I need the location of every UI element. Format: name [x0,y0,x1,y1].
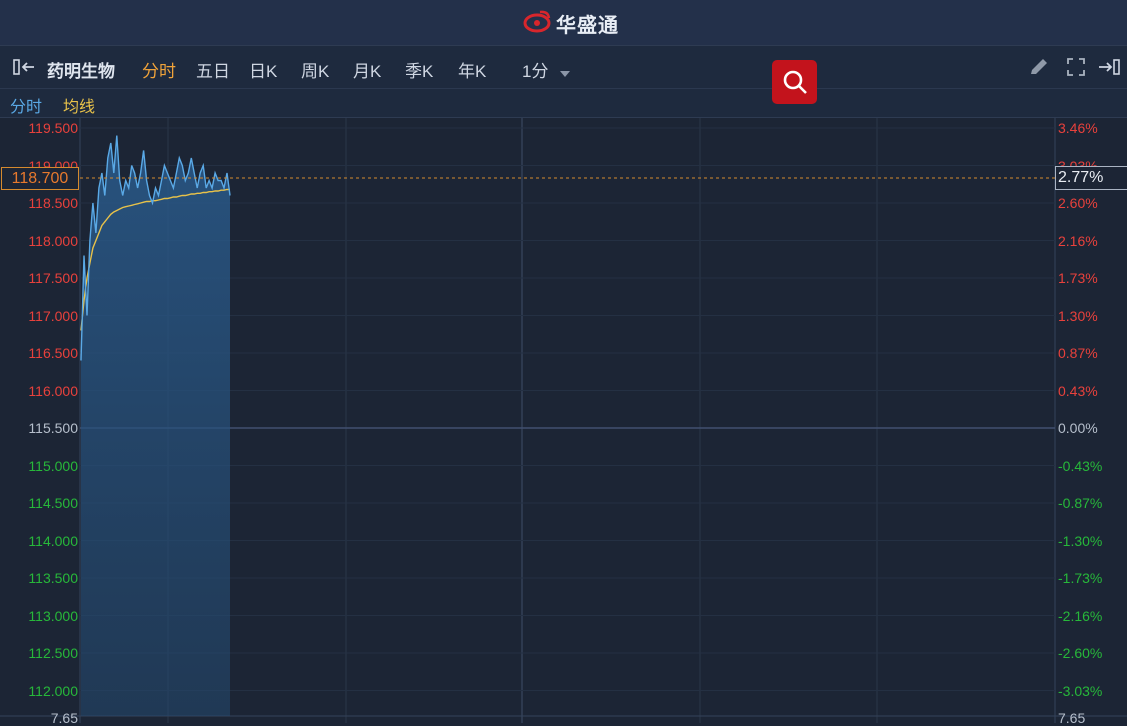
right-axis-label: -2.60% [1058,645,1103,661]
current-price-label: 118.700 [1,167,79,190]
left-axis-label: 115.500 [28,420,78,436]
legend-bar: 分时 均线 [0,89,1127,118]
left-axis-label: 119.500 [28,120,78,136]
search-button[interactable] [772,60,817,104]
collapse-sidebar-icon[interactable] [12,58,38,81]
right-axis-label: -0.43% [1058,457,1103,474]
left-axis-label: 115.000 [28,457,78,474]
right-axis-label: 0.87% [1058,345,1098,361]
legend-price-line: 分时 [10,99,43,116]
tab-quarterly-k[interactable]: 季K [405,57,433,82]
left-axis-label: 116.000 [28,382,78,399]
chart-toolbar: 药明生物 分时 五日 日K 周K 月K 季K 年K 1分 [0,46,1127,89]
current-change-label: 2.77% [1055,166,1127,190]
draw-pencil-icon[interactable] [1028,57,1050,82]
right-axis-label: -1.73% [1058,570,1103,586]
right-axis-label: 1.73% [1058,270,1098,286]
right-axis-label: 0.43% [1058,382,1098,399]
tab-monthly-k[interactable]: 月K [353,57,381,82]
left-axis-label: 113.500 [28,570,78,586]
dropdown-arrow-icon [559,63,571,83]
right-axis-label: -0.87% [1058,495,1103,511]
brand: 华盛通 [522,9,619,38]
bottom-left-label: 7.65 [50,710,78,726]
right-axis-label: -2.16% [1058,607,1103,624]
tab-five-day[interactable]: 五日 [196,57,230,82]
right-axis-label: -3.03% [1058,682,1103,699]
left-axis-label: 112.000 [28,682,78,699]
right-axis-label: 2.16% [1058,232,1098,249]
left-axis-label: 112.500 [28,645,78,661]
left-axis-label: 113.000 [28,607,78,624]
right-axis-label: 2.60% [1058,195,1098,211]
brand-name: 华盛通 [556,14,619,37]
left-axis-label: 117.000 [28,307,78,324]
right-axis-label: 1.30% [1058,307,1098,324]
left-axis-label: 118.000 [28,232,78,249]
tab-daily-k[interactable]: 日K [249,57,277,82]
left-axis-label: 114.000 [28,532,78,549]
left-axis-label: 117.500 [28,270,78,286]
tab-intraday[interactable]: 分时 [142,57,176,82]
right-axis-label: -1.30% [1058,532,1103,549]
left-axis-label: 118.500 [28,195,78,211]
right-axis-label: 0.00% [1058,420,1098,436]
interval-label: 1分 [522,62,549,81]
search-icon [781,68,809,101]
legend-average-line: 均线 [63,99,96,116]
tab-weekly-k[interactable]: 周K [301,57,329,82]
bottom-right-label: 7.65 [1058,710,1086,726]
brand-logo-icon [522,9,552,38]
left-axis-label: 116.500 [28,345,78,361]
fullscreen-icon[interactable] [1066,57,1086,82]
intraday-chart[interactable]: 119.500 119.000 118.500 118.000 117.500 117.0… [0,118,1127,726]
stock-name[interactable]: 药明生物 [47,57,115,82]
interval-select[interactable]: 1分 [522,57,571,83]
left-axis-label: 114.500 [28,495,78,511]
tab-yearly-k[interactable]: 年K [458,57,486,82]
chart-svg [0,118,1127,723]
title-bar: 华盛通 [0,0,1127,46]
expand-panel-icon[interactable] [1097,58,1123,81]
right-axis-label: 3.46% [1058,120,1098,136]
